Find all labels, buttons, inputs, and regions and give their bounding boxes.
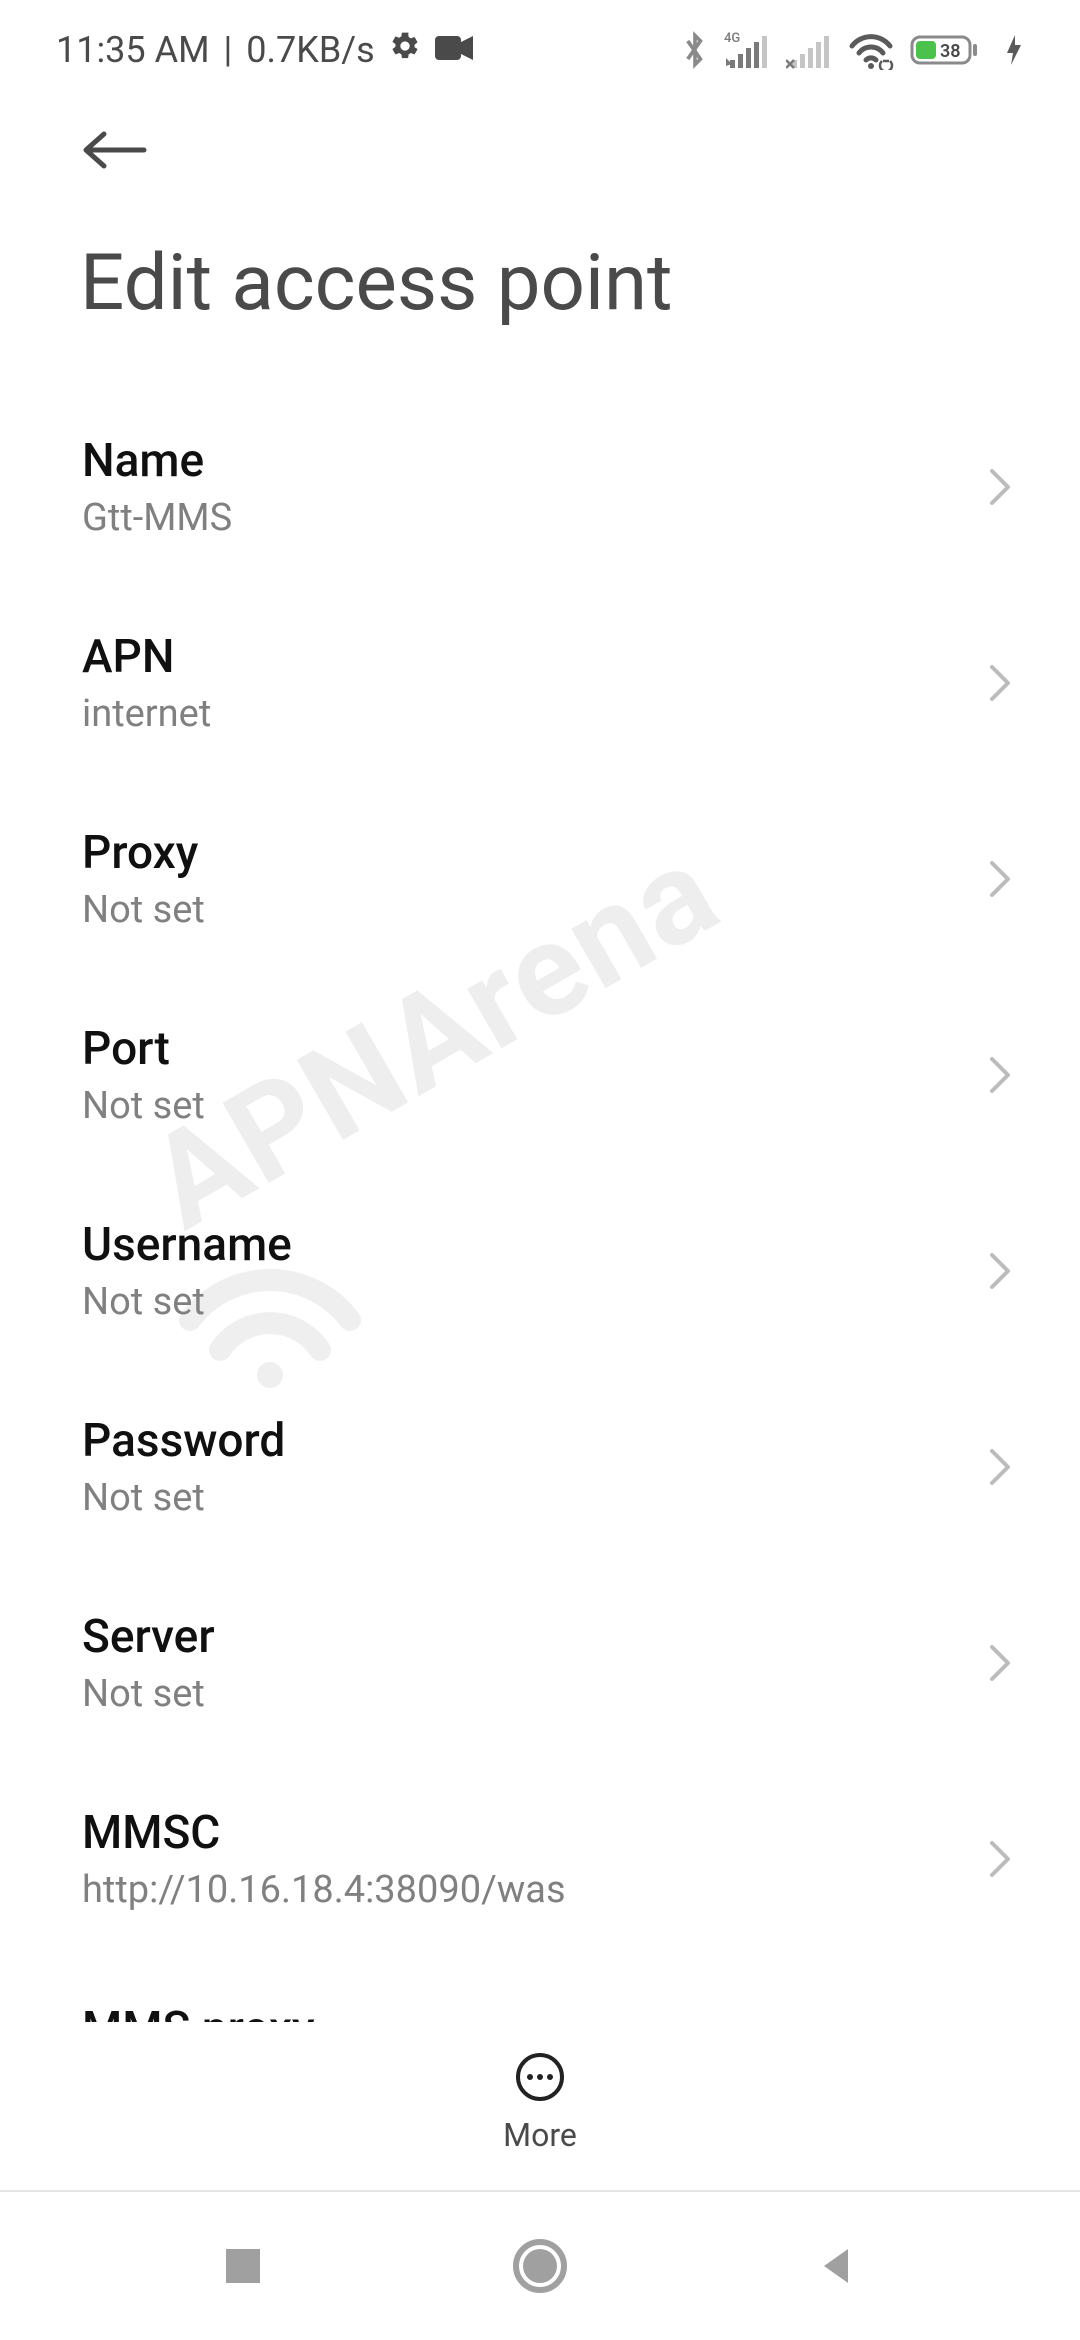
field-row-mmsc[interactable]: MMSC http://10.16.18.4:38090/was bbox=[0, 1761, 1080, 1957]
chevron-right-icon bbox=[986, 1251, 1014, 1291]
field-value: http://10.16.18.4:38090/was bbox=[82, 1868, 566, 1912]
chevron-right-icon bbox=[986, 663, 1014, 703]
field-value: internet bbox=[82, 692, 211, 736]
status-time: 11:35 AM bbox=[56, 29, 210, 71]
field-row-password[interactable]: Password Not set bbox=[0, 1369, 1080, 1565]
triangle-left-icon bbox=[814, 2243, 860, 2289]
field-label: APN bbox=[82, 630, 211, 684]
signal-nosim-icon bbox=[786, 30, 832, 70]
header-bar bbox=[0, 92, 1080, 194]
apn-fields-list: Name Gtt-MMS APN internet Proxy Not set … bbox=[0, 389, 1080, 2153]
field-label: Name bbox=[82, 434, 232, 488]
chevron-right-icon bbox=[986, 1839, 1014, 1879]
field-row-apn[interactable]: APN internet bbox=[0, 585, 1080, 781]
field-value: Not set bbox=[82, 1280, 292, 1324]
field-row-proxy[interactable]: Proxy Not set bbox=[0, 781, 1080, 977]
more-button[interactable]: More bbox=[503, 2052, 577, 2154]
field-value: Not set bbox=[82, 1476, 285, 1520]
status-speed: 0.7KB/s bbox=[246, 29, 374, 71]
back-button[interactable] bbox=[80, 130, 150, 174]
svg-text:4G: 4G bbox=[724, 31, 740, 46]
field-label: MMSC bbox=[82, 1806, 566, 1860]
settings-icon bbox=[389, 29, 421, 71]
nav-home-button[interactable] bbox=[512, 2238, 568, 2294]
field-label: Proxy bbox=[82, 826, 205, 880]
system-nav-bar bbox=[0, 2190, 1080, 2340]
camera-icon bbox=[435, 29, 473, 71]
wifi-icon bbox=[848, 30, 894, 70]
chevron-right-icon bbox=[986, 859, 1014, 899]
signal-4g-icon: 4G bbox=[724, 30, 770, 70]
chevron-right-icon bbox=[986, 1447, 1014, 1487]
field-row-server[interactable]: Server Not set bbox=[0, 1565, 1080, 1761]
chevron-right-icon bbox=[986, 467, 1014, 507]
bluetooth-icon bbox=[682, 30, 708, 70]
bottom-toolbar: More bbox=[0, 2022, 1080, 2180]
chevron-right-icon bbox=[986, 1055, 1014, 1095]
field-row-name[interactable]: Name Gtt-MMS bbox=[0, 389, 1080, 585]
field-label: Port bbox=[82, 1022, 205, 1076]
field-label: Server bbox=[82, 1610, 215, 1664]
svg-text:38: 38 bbox=[940, 41, 961, 62]
field-value: Not set bbox=[82, 1672, 215, 1716]
field-value: Gtt-MMS bbox=[82, 496, 232, 540]
status-separator: | bbox=[224, 29, 233, 71]
nav-recents-button[interactable] bbox=[220, 2243, 266, 2289]
field-label: Username bbox=[82, 1218, 292, 1272]
status-bar: 11:35 AM | 0.7KB/s 4G bbox=[0, 0, 1080, 92]
field-label: Password bbox=[82, 1414, 285, 1468]
field-row-username[interactable]: Username Not set bbox=[0, 1173, 1080, 1369]
more-label: More bbox=[503, 2116, 577, 2154]
field-value: Not set bbox=[82, 1084, 205, 1128]
nav-back-button[interactable] bbox=[814, 2243, 860, 2289]
battery-icon: 38 bbox=[910, 31, 988, 69]
back-arrow-icon bbox=[80, 130, 150, 170]
field-value: Not set bbox=[82, 888, 205, 932]
circle-icon bbox=[512, 2238, 568, 2294]
charging-icon bbox=[1004, 31, 1024, 69]
more-icon bbox=[515, 2052, 565, 2102]
square-icon bbox=[220, 2243, 266, 2289]
chevron-right-icon bbox=[986, 1643, 1014, 1683]
field-row-port[interactable]: Port Not set bbox=[0, 977, 1080, 1173]
page-title: Edit access point bbox=[0, 194, 1080, 389]
